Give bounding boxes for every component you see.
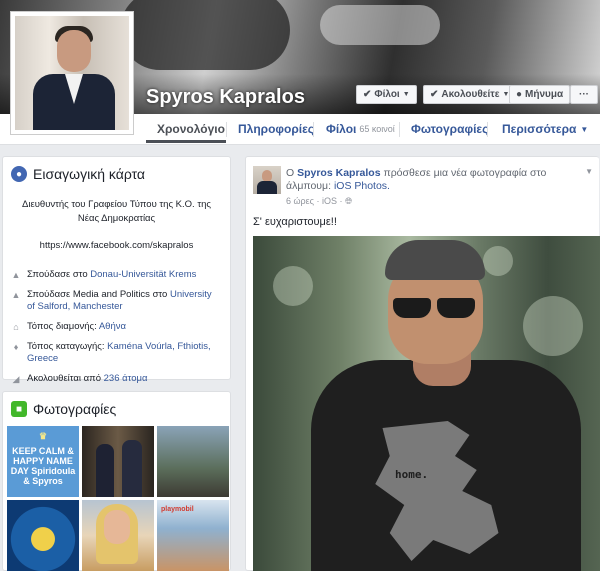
author-avatar[interactable] (253, 166, 281, 194)
check-icon: ✔ (363, 89, 372, 100)
crown-icon: ♛ (39, 431, 48, 441)
globe-icon: ● (11, 166, 27, 182)
intro-link[interactable]: https://www.facebook.com/skapralos (3, 240, 230, 251)
photo-thumbnail[interactable]: playmobil (157, 500, 229, 571)
following-button[interactable]: ✔ Ακολουθείτε ▼ (423, 85, 517, 104)
photo-thumbnail[interactable] (82, 426, 154, 497)
tab-about[interactable]: Πληροφορίες (238, 114, 314, 144)
post-options-icon[interactable]: ▼ (585, 167, 593, 176)
intro-title: Εισαγωγική κάρτα (33, 166, 146, 182)
profile-name[interactable]: Spyros Kapralos (146, 86, 305, 109)
active-tab-indicator (146, 140, 226, 143)
messenger-icon: ● (516, 89, 523, 100)
photo-thumbnail[interactable] (7, 500, 79, 571)
timeline-post: Ο Spyros Kapralos πρόσθεσε μια νέα φωτογ… (245, 156, 600, 571)
photos-card: ■ Φωτογραφίες ♛ KEEP CALM & HAPPY NAME D… (2, 391, 231, 571)
shirt-print-text: home. (395, 468, 429, 481)
profile-picture[interactable] (11, 12, 133, 134)
rss-icon: ◢ (12, 374, 20, 384)
friends-button[interactable]: ✔ Φίλοι ▼ (356, 85, 417, 104)
check-icon: ✔ (430, 89, 439, 100)
city-link[interactable]: Αθήνα (99, 321, 126, 332)
followers-link[interactable]: 236 άτομα (104, 373, 148, 384)
home-icon: ⌂ (13, 322, 19, 332)
album-link[interactable]: iOS Photos. (334, 180, 390, 192)
friends-button-label: Φίλοι (374, 89, 400, 100)
more-icon: ··· (579, 89, 589, 100)
caret-down-icon: ▼ (580, 124, 589, 134)
tab-photos[interactable]: Φωτογραφίες (411, 114, 488, 144)
graduation-cap-icon: ▲ (11, 270, 21, 280)
photos-title[interactable]: Φωτογραφίες (33, 401, 116, 417)
education-item: ▲ Σπούδασε στο Donau-Universität Krems (11, 269, 197, 280)
more-options-button[interactable]: ··· (570, 85, 598, 104)
tab-more[interactable]: Περισσότερα ▼ (502, 114, 588, 144)
education-item: ▲ Σπούδασε Media and Politics στο Univer… (11, 289, 212, 312)
post-timestamp[interactable]: 6 ώρες · iOS · (286, 196, 345, 206)
message-button[interactable]: ● Μήνυμα (509, 85, 571, 104)
globe-icon: 🌐︎ (345, 196, 353, 206)
hometown-item: ♦ Τόπος καταγωγής: Kaména Voúrla, Fthiot… (11, 341, 222, 365)
photo-thumbnail[interactable] (157, 426, 229, 497)
intro-card: ● Εισαγωγική κάρτα Διευθυντής του Γραφεί… (2, 156, 231, 384)
post-author-link[interactable]: Spyros Kapralos (297, 167, 380, 179)
photo-thumbnail[interactable]: ♛ KEEP CALM & HAPPY NAME DAY Spiridoula … (7, 426, 79, 497)
post-meta: 6 ώρες · iOS · 🌐︎ (286, 196, 352, 207)
following-button-label: Ακολουθείτε (441, 89, 500, 100)
graduation-cap-icon: ▲ (11, 290, 21, 300)
caret-down-icon: ▼ (402, 91, 410, 98)
school-link[interactable]: Donau-Universität Krems (90, 269, 196, 280)
photos-icon: ■ (11, 401, 27, 417)
message-button-label: Μήνυμα (525, 89, 564, 100)
location-pin-icon: ♦ (13, 342, 19, 352)
photo-thumbnail[interactable] (82, 500, 154, 571)
post-text: Σ' ευχαριστουμε!! (253, 216, 337, 228)
tab-friends[interactable]: Φίλοι 65 κοινοί (326, 114, 395, 144)
current-city-item: ⌂ Τόπος διαμονής: Αθήνα (11, 321, 222, 333)
intro-bio: Διευθυντής του Γραφείου Τύπου της Κ.Ο. τ… (22, 199, 211, 224)
friends-count: 65 κοινοί (359, 124, 395, 134)
post-photo[interactable]: home. (253, 236, 600, 571)
followers-item: ◢ Ακολουθείται από 236 άτομα (12, 373, 148, 384)
post-header: Ο Spyros Kapralos πρόσθεσε μια νέα φωτογ… (286, 167, 547, 192)
